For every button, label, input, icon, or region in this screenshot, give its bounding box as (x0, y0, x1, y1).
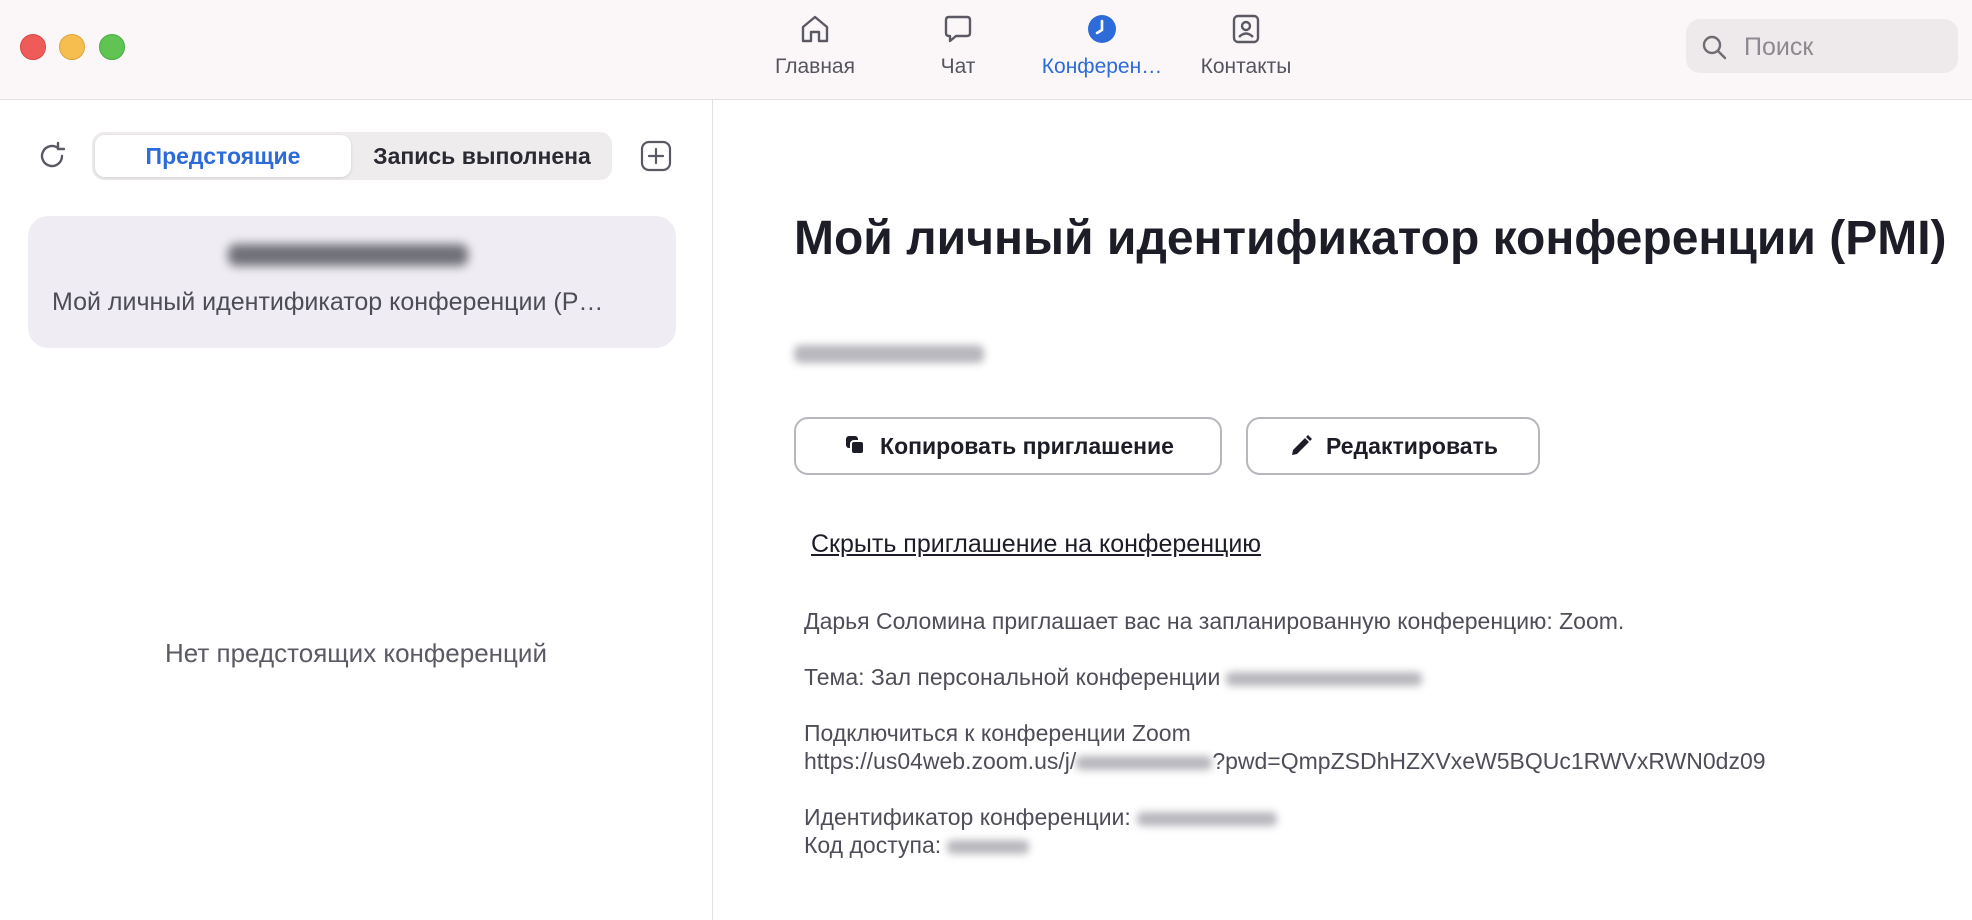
invite-join-label: Подключиться к конференции Zoom (804, 720, 1191, 746)
window-minimize-button[interactable] (59, 34, 85, 60)
meeting-id-value-redacted (1136, 811, 1277, 826)
tab-home-label: Главная (775, 55, 855, 78)
invite-passcode-label: Код доступа: (804, 832, 942, 858)
invitation-text: Дарья Соломина приглашает вас на заплани… (804, 607, 1766, 859)
window-close-button[interactable] (20, 34, 46, 60)
invite-url-prefix: https://us04web.zoom.us/j/ (804, 748, 1077, 774)
search-input[interactable] (1742, 27, 1946, 67)
refresh-icon[interactable] (36, 140, 68, 172)
url-meeting-id-redacted (1076, 755, 1213, 770)
pmi-card-title: Мой личный идентификатор конференции (P… (52, 288, 604, 316)
copy-invitation-label: Копировать приглашение (880, 432, 1174, 459)
pmi-number-redacted (794, 345, 984, 363)
segment-upcoming[interactable]: Предстоящие (95, 135, 351, 177)
pmi-meeting-card[interactable]: Мой личный идентификатор конференции (P… (28, 216, 676, 348)
tab-contacts-label: Контакты (1200, 55, 1292, 78)
edit-label: Редактировать (1326, 432, 1498, 459)
tab-meetings[interactable]: Конферен… (1036, 12, 1168, 92)
invite-topic: Тема: Зал персональной конференции (804, 663, 1766, 691)
pencil-icon (1292, 435, 1312, 455)
passcode-redacted (947, 839, 1030, 854)
page-title: Мой личный идентификатор конференции (PM… (794, 212, 1947, 265)
tab-contacts[interactable]: Контакты (1190, 12, 1302, 92)
meetings-segmented-control: Предстоящие Запись выполнена (92, 132, 612, 180)
title-bar: Главная Чат Конферен… Контакты (0, 0, 1972, 100)
no-upcoming-meetings-text: Нет предстоящих конференций (165, 638, 547, 668)
edit-button[interactable]: Редактировать (1246, 417, 1540, 475)
invite-meeting-id-label: Идентификатор конференции: (804, 804, 1131, 830)
contact-card-icon (1232, 14, 1260, 44)
copy-icon (846, 436, 866, 455)
window-maximize-button[interactable] (99, 34, 125, 60)
search-box[interactable] (1686, 19, 1958, 73)
add-meeting-icon[interactable] (640, 140, 672, 172)
tab-chat-label: Чат (940, 55, 976, 78)
meeting-id-redacted (228, 244, 468, 266)
invite-intro: Дарья Соломина приглашает вас на заплани… (804, 608, 1625, 634)
invite-join-url: https://us04web.zoom.us/j/ ?pwd=QmpZSDhHZ… (804, 747, 1766, 775)
clock-icon (1088, 15, 1116, 43)
tab-home[interactable]: Главная (760, 12, 870, 92)
copy-invitation-button[interactable]: Копировать приглашение (794, 417, 1222, 475)
invite-url-suffix: ?pwd=QmpZSDhHZXVxeW5BQUc1RWVxRWN0dz09 (1212, 748, 1766, 774)
tab-meetings-label: Конферен… (1041, 55, 1163, 78)
invite-meeting-id: Идентификатор конференции: (804, 803, 1766, 831)
tab-chat[interactable]: Чат (903, 12, 1013, 92)
search-icon (1702, 35, 1727, 60)
topic-name-redacted (1226, 671, 1423, 686)
chat-bubble-icon (944, 15, 972, 43)
segment-recorded[interactable]: Запись выполнена (354, 135, 610, 177)
home-icon (801, 15, 829, 43)
invite-topic-label: Тема: Зал персональной конференции (804, 664, 1221, 690)
hide-invitation-link[interactable]: Скрыть приглашение на конференцию (811, 530, 1261, 559)
invite-passcode: Код доступа: (804, 831, 1766, 859)
